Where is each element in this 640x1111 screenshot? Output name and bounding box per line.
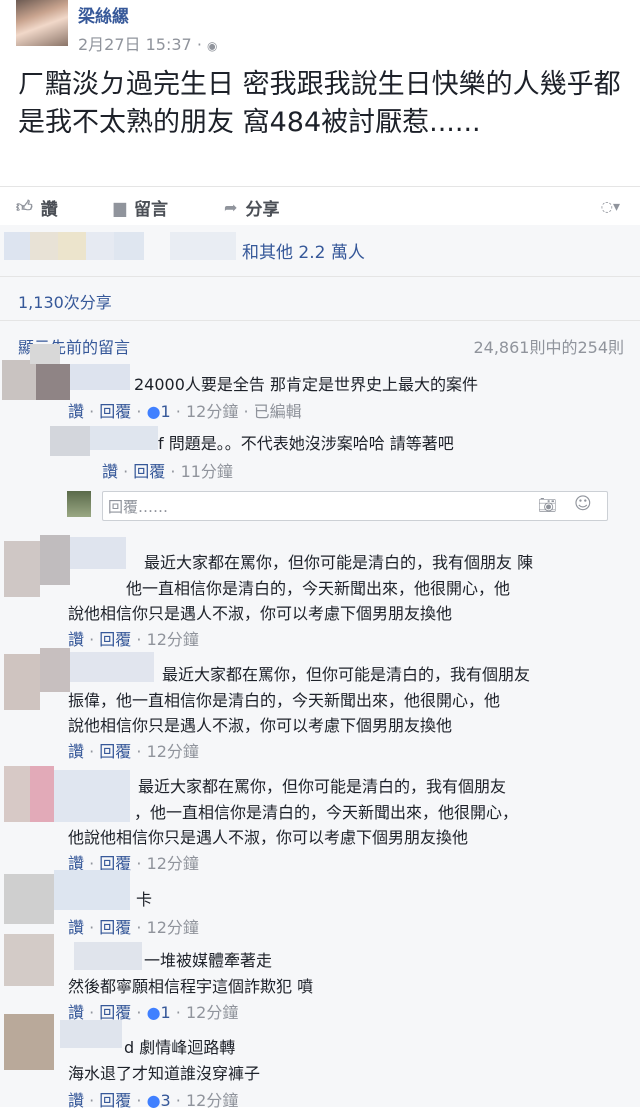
share-count[interactable]: 1,130次分享 <box>18 289 112 313</box>
divider <box>0 320 640 321</box>
globe-icon: ◉ <box>207 39 218 53</box>
comment-like-link[interactable]: 讚 <box>68 402 84 421</box>
reaction-summary[interactable]: 和其他 2.2 萬人 <box>242 238 365 263</box>
comment-text-line3: 他說他相信你只是遇人不淑，你可以考慮下個男朋友換他 <box>68 828 469 847</box>
comment-like-link[interactable]: 讚 <box>102 462 118 481</box>
author-avatar[interactable] <box>16 0 68 46</box>
like-count[interactable]: 3 <box>161 1091 171 1110</box>
action-bar: 👍︎ 讚 ▆ 留言 ➦ 分享 ◌▾ <box>0 188 640 226</box>
comment-text-line1: 最近大家都在罵你，但你可能是清白的，我有個朋友 陳 <box>144 553 534 572</box>
comment-text: 24000人要是全告 那肯定是世界史上最大的案件 <box>134 375 478 394</box>
comment-button[interactable]: ▆ 留言 <box>114 195 168 220</box>
comment-text-line2: 振偉，他一直相信你是清白的，今天新聞出來，他很開心，他 <box>68 691 501 710</box>
comment-text-line2: 他一直相信你是清白的，今天新聞出來，他很開心，他 <box>126 579 511 598</box>
like-count-icon: ● <box>146 1091 161 1110</box>
comment-reply-link[interactable]: 回覆 <box>99 742 131 761</box>
comment-time[interactable]: 12分鐘 <box>186 402 238 421</box>
post-timestamp[interactable]: 2月27日 15:37 · ◉ <box>78 31 217 55</box>
edited-label[interactable]: 已編輯 <box>254 402 302 421</box>
like-button[interactable]: 👍︎ 讚 <box>16 195 58 220</box>
comment-text-line2: 海水退了才知道誰沒穿褲子 <box>68 1064 261 1083</box>
reply-input[interactable] <box>102 491 608 521</box>
comment-meta: 讚 · 回覆 · 12分鐘 <box>68 742 199 761</box>
comment-text-line2: ，他一直相信你是清白的，今天新聞出來，他很開心， <box>134 803 519 822</box>
comment-text-line1: 最近大家都在罵你，但你可能是清白的，我有個朋友 <box>138 777 507 796</box>
commenter-avatar[interactable] <box>40 420 160 460</box>
camera-icon[interactable]: 📷︎ <box>538 496 557 514</box>
emoji-icon[interactable]: ☺ <box>574 494 592 514</box>
comment-like-link[interactable]: 讚 <box>68 630 84 649</box>
like-count[interactable]: 1 <box>161 402 171 421</box>
like-count-icon: ● <box>146 402 161 421</box>
comment-text-line3: 說他相信你只是遇人不淑，你可以考慮下個男朋友換他 <box>68 604 453 623</box>
comment-text: f 問題是。。不代表她沒涉案哈哈 請等著吧 <box>158 434 454 453</box>
comment-like-link[interactable]: 讚 <box>68 1091 84 1110</box>
comment-text-line3: 說他相信你只是遇人不淑，你可以考慮下個男朋友換他 <box>68 716 453 735</box>
comment-time[interactable]: 11分鐘 <box>181 462 233 481</box>
comment-reply-link[interactable]: 回覆 <box>99 402 131 421</box>
comment-text-line1: d 劇情峰迴路轉 <box>124 1038 236 1057</box>
comment-text-line1: 最近大家都在罵你，但你可能是清白的，我有個朋友 <box>162 665 531 684</box>
viewer-avatar <box>67 491 91 517</box>
comment-meta: 讚 · 回覆 · ●1 · 12分鐘 · 已編輯 <box>68 402 302 421</box>
comment-meta: 讚 · 回覆 · ●3 · 12分鐘 <box>68 1091 239 1110</box>
comment-meta: 讚 · 回覆 · 11分鐘 <box>102 462 233 481</box>
comment-time[interactable]: 12分鐘 <box>186 1091 238 1110</box>
divider <box>0 276 640 277</box>
comment-time[interactable]: 12分鐘 <box>147 918 199 937</box>
post-text: ㄏ黯淡ㄉ過完生日 密我跟我說生日快樂的人幾乎都是我不太熟的朋友 窩484被討厭惹… <box>18 69 621 138</box>
comment-time[interactable]: 12分鐘 <box>186 1003 238 1022</box>
like-count-icon: ● <box>146 1003 161 1022</box>
comment-text-line1: 一堆被媒體牽著走 <box>144 951 273 970</box>
comment-like-link[interactable]: 讚 <box>68 742 84 761</box>
divider <box>0 186 640 187</box>
share-button[interactable]: ➦ 分享 <box>224 195 279 220</box>
reaction-selector[interactable]: ◌▾ <box>601 199 620 215</box>
share-arrow-icon: ➦ <box>224 197 238 217</box>
comment-reply-link[interactable]: 回覆 <box>133 462 165 481</box>
like-count[interactable]: 1 <box>161 1003 171 1022</box>
comment-reply-link[interactable]: 回覆 <box>99 1091 131 1110</box>
comment-text-line2: 然後都寧願相信程宇這個詐欺犯 噴 <box>68 977 314 996</box>
comment-time[interactable]: 12分鐘 <box>147 854 199 873</box>
comment-meta: 讚 · 回覆 · 12分鐘 <box>68 630 199 649</box>
comment-count: 24,861則中的254則 <box>473 338 624 357</box>
comment-time[interactable]: 12分鐘 <box>147 630 199 649</box>
thumbs-up-icon: 👍︎ <box>16 197 33 216</box>
comment-text: 卡 <box>136 890 153 909</box>
reactor-avatars[interactable] <box>0 232 240 260</box>
speech-bubble-icon: ▆ <box>113 197 127 217</box>
comment-reply-link[interactable]: 回覆 <box>99 630 131 649</box>
author-name[interactable]: 梁絲縲 <box>78 2 129 27</box>
comment-time[interactable]: 12分鐘 <box>147 742 199 761</box>
reply-placeholder: 回覆…… <box>108 498 169 516</box>
